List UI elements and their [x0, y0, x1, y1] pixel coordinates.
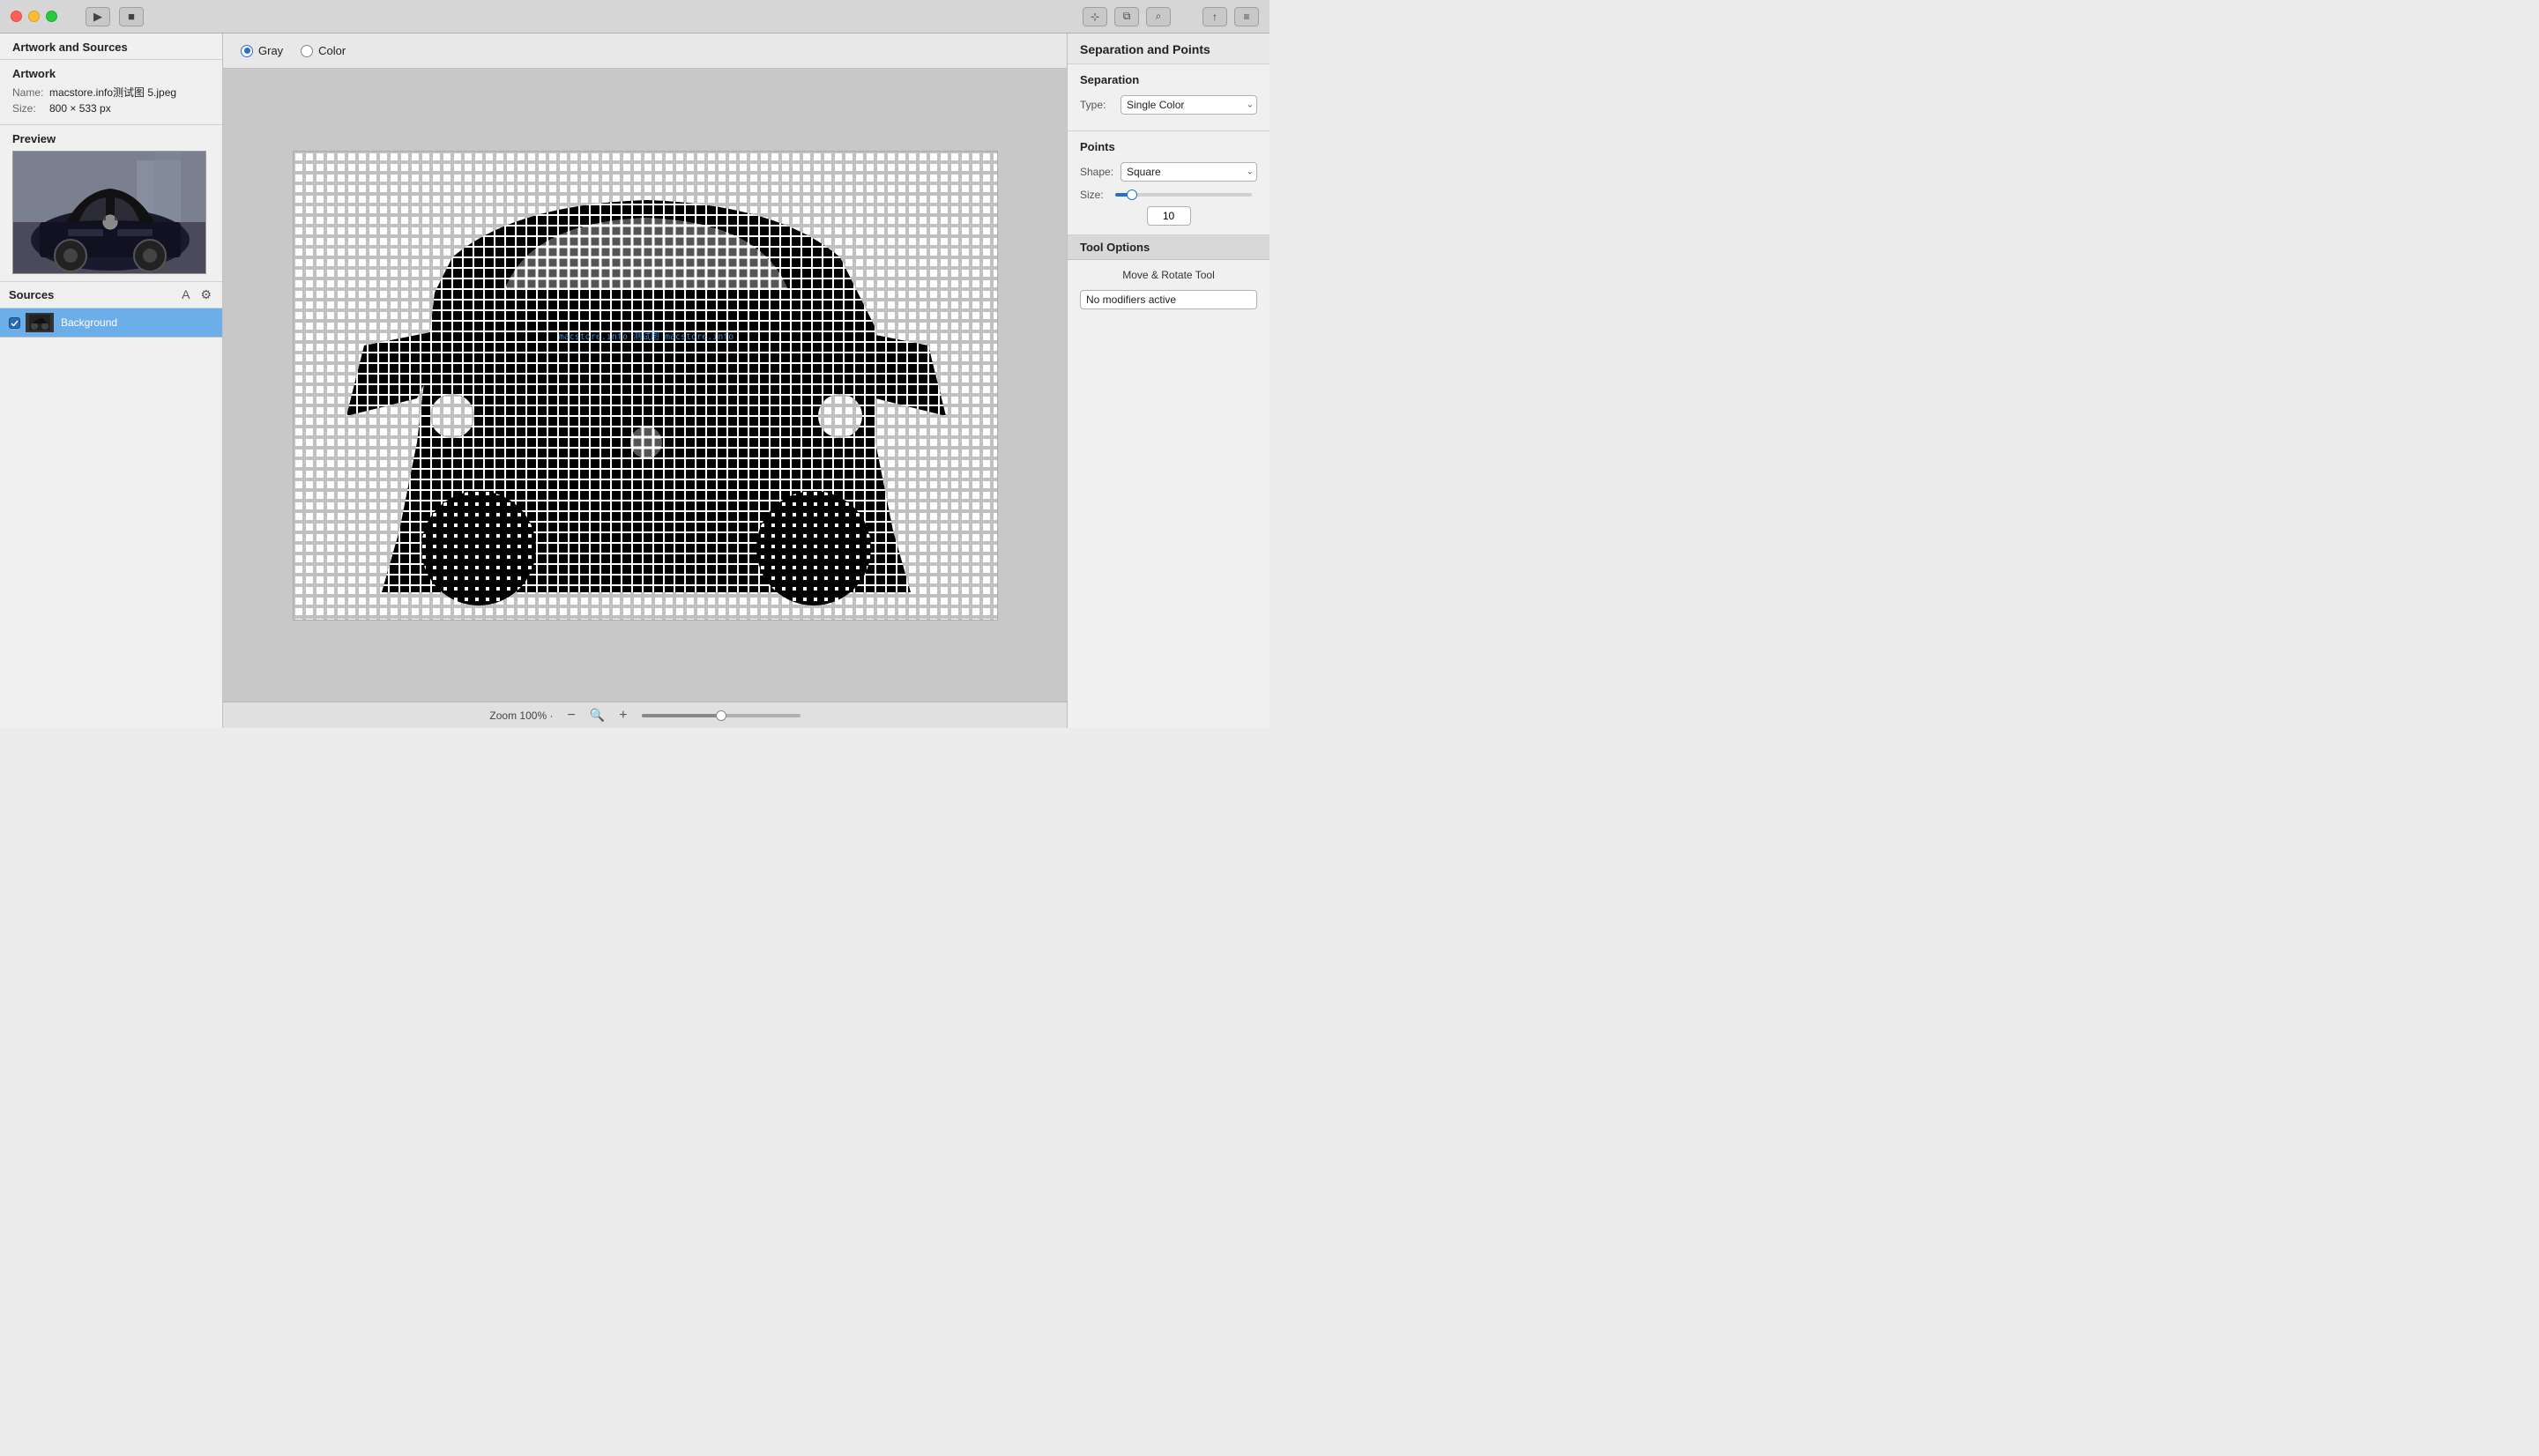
zoom-plus-button[interactable]: +: [615, 709, 630, 723]
modifier-select[interactable]: No modifiers active Rotate Scale: [1080, 290, 1257, 309]
sources-gear-button[interactable]: ⚙: [198, 287, 213, 302]
size-slider-thumb[interactable]: [1127, 189, 1137, 200]
zoom-minus-button[interactable]: −: [563, 709, 578, 723]
size-slider[interactable]: [1115, 193, 1252, 197]
tool-options-content: Move & Rotate Tool No modifiers active R…: [1068, 260, 1270, 318]
name-label: Name:: [12, 86, 49, 99]
color-mode-option[interactable]: Color: [301, 44, 346, 57]
preview-car-svg: [13, 152, 206, 274]
play-button[interactable]: ▶: [86, 7, 110, 26]
canvas-area: Gray Color: [223, 33, 1067, 728]
artwork-name-value: macstore.info测试图 5.jpeg: [49, 85, 176, 100]
size-slider-label: Size:: [1080, 189, 1110, 201]
panels-icon: ≡: [1243, 11, 1249, 23]
canvas-scroll[interactable]: macstore.info 测试图 macstore.info: [223, 69, 1067, 702]
preview-image: [12, 151, 206, 274]
search-icon: ⌕: [1156, 10, 1162, 23]
share-button[interactable]: ↑: [1202, 7, 1227, 26]
type-select-wrapper: Single Color Multi Color ⌄: [1121, 95, 1257, 115]
zoom-slider-thumb[interactable]: [716, 710, 726, 721]
preview-header: Preview: [12, 132, 210, 145]
artwork-size-row: Size: 800 × 533 px: [12, 102, 210, 115]
tool-name: Move & Rotate Tool: [1080, 269, 1257, 281]
sources-title: Sources: [9, 288, 180, 301]
play-icon: ▶: [93, 10, 102, 24]
type-label: Type:: [1080, 99, 1121, 111]
tool-options-header: Tool Options: [1068, 235, 1270, 260]
panels-button[interactable]: ≡: [1234, 7, 1259, 26]
share-icon: ↑: [1212, 11, 1217, 23]
bottom-bar: Zoom 100% · − 🔍 +: [223, 702, 1067, 728]
size-slider-row: Size:: [1080, 189, 1257, 201]
zoom-slider[interactable]: [642, 714, 800, 717]
sources-controls: A ⚙: [180, 287, 213, 302]
source-item-background[interactable]: Background: [0, 308, 222, 338]
zoom-icon: 🔍: [590, 708, 605, 723]
move-icon: ⊹: [1091, 11, 1099, 23]
halftone-dots-svg: macstore.info 测试图 macstore.info: [294, 152, 997, 620]
points-section-title: Points: [1080, 140, 1257, 153]
artwork-section-label: Artwork: [12, 67, 210, 80]
halftone-overlay: macstore.info 测试图 macstore.info: [294, 152, 997, 620]
source-thumbnail: [26, 313, 54, 332]
artwork-sources-header: Artwork and Sources: [0, 33, 222, 60]
source-checkbox[interactable]: [9, 317, 20, 329]
traffic-lights: [11, 11, 57, 22]
crop-icon: ⧉: [1123, 10, 1131, 23]
preview-section: Preview: [0, 125, 222, 282]
source-name: Background: [61, 316, 117, 329]
size-label: Size:: [12, 102, 49, 115]
gray-radio-dot: [244, 48, 250, 54]
separation-section-title: Separation: [1080, 73, 1257, 86]
crop-tool-button[interactable]: ⧉: [1114, 7, 1139, 26]
sources-header: Sources A ⚙: [0, 282, 222, 308]
titlebar-right-controls: ⊹ ⧉ ⌕ ↑ ≡: [1083, 7, 1259, 26]
right-panel: Separation and Points Separation Type: S…: [1067, 33, 1270, 728]
separation-section: Separation Type: Single Color Multi Colo…: [1068, 64, 1270, 131]
points-section: Points Shape: Square Circle Diamond Line…: [1068, 131, 1270, 235]
close-button[interactable]: [11, 11, 22, 22]
minimize-button[interactable]: [28, 11, 40, 22]
svg-text:macstore.info 测试图 macstore.inf: macstore.info 测试图 macstore.info: [558, 331, 733, 342]
halftone-grid: macstore.info 测试图 macstore.info: [294, 152, 997, 620]
stop-icon: ■: [128, 10, 135, 23]
size-input-row: [1080, 206, 1257, 226]
left-panel: Artwork and Sources Artwork Name: macsto…: [0, 33, 223, 728]
shape-select-wrapper: Square Circle Diamond Line ⌄: [1121, 162, 1257, 182]
mode-radio-group: Gray Color: [241, 44, 346, 57]
modifier-select-wrapper: No modifiers active Rotate Scale: [1080, 290, 1257, 309]
color-radio-label: Color: [318, 44, 346, 57]
artwork-size-value: 800 × 533 px: [49, 102, 111, 115]
right-panel-empty: [1068, 318, 1270, 728]
stop-button[interactable]: ■: [119, 7, 144, 26]
artwork-info: Artwork Name: macstore.info测试图 5.jpeg Si…: [0, 60, 222, 125]
gray-radio-circle: [241, 45, 253, 57]
size-input-field[interactable]: [1147, 206, 1191, 226]
titlebar: ▶ ■ ⊹ ⧉ ⌕ ↑ ≡: [0, 0, 1270, 33]
halftone-canvas[interactable]: macstore.info 测试图 macstore.info: [293, 151, 998, 620]
right-panel-title: Separation and Points: [1068, 33, 1270, 64]
type-field-row: Type: Single Color Multi Color ⌄: [1080, 95, 1257, 115]
sources-font-button[interactable]: A: [180, 287, 191, 302]
sources-empty-area: [0, 338, 222, 728]
move-tool-button[interactable]: ⊹: [1083, 7, 1107, 26]
search-tool-button[interactable]: ⌕: [1146, 7, 1171, 26]
shape-field-row: Shape: Square Circle Diamond Line ⌄: [1080, 162, 1257, 182]
main-layout: Artwork and Sources Artwork Name: macsto…: [0, 33, 1270, 728]
zoom-label: Zoom 100% ·: [489, 709, 553, 722]
zoom-slider-fill: [642, 714, 721, 717]
shape-label: Shape:: [1080, 166, 1121, 178]
titlebar-controls: ▶ ■: [86, 7, 144, 26]
checkmark-icon: [11, 320, 19, 326]
maximize-button[interactable]: [46, 11, 57, 22]
artwork-name-row: Name: macstore.info测试图 5.jpeg: [12, 85, 210, 100]
gray-radio-label: Gray: [258, 44, 283, 57]
shape-select[interactable]: Square Circle Diamond Line: [1121, 162, 1257, 182]
color-radio-circle: [301, 45, 313, 57]
gray-mode-option[interactable]: Gray: [241, 44, 283, 57]
type-select[interactable]: Single Color Multi Color: [1121, 95, 1257, 115]
mode-bar: Gray Color: [223, 33, 1067, 69]
